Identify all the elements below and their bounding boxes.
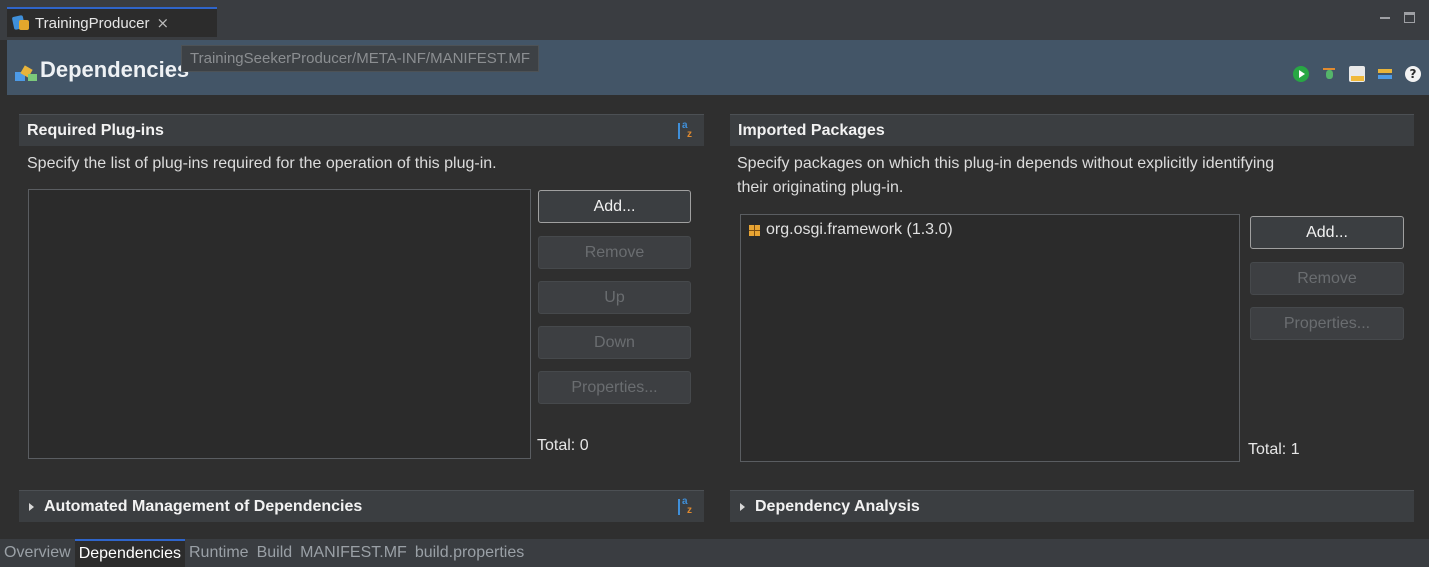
chevron-right-icon	[740, 502, 745, 511]
plugin-manifest-icon	[11, 13, 31, 33]
section-title: Imported Packages	[738, 121, 885, 139]
package-label: org.osgi.framework (1.3.0)	[766, 221, 953, 238]
export-icon[interactable]	[1349, 66, 1365, 82]
description-line: Specify packages on which this plug-in d…	[737, 155, 1275, 172]
required-plugins-description: Specify the list of plug-ins required fo…	[27, 155, 497, 172]
required-plugins-list[interactable]	[28, 189, 531, 459]
tab-manifest[interactable]: MANIFEST.MF	[296, 539, 411, 567]
imported-packages-total: Total: 1	[1248, 441, 1300, 458]
editor-tab[interactable]: TrainingProducer ×	[7, 7, 217, 37]
tab-overview[interactable]: Overview	[0, 539, 75, 567]
down-button[interactable]: Down	[538, 326, 691, 359]
add-plugin-button[interactable]: Add...	[538, 190, 691, 223]
help-icon[interactable]: ?	[1405, 66, 1421, 82]
tab-build[interactable]: Build	[253, 539, 297, 567]
deps-icon[interactable]	[1377, 66, 1393, 82]
add-package-button[interactable]: Add...	[1250, 216, 1404, 249]
imported-packages-header: Imported Packages	[730, 114, 1414, 146]
page-title: Dependencies	[40, 57, 190, 82]
up-button[interactable]: Up	[538, 281, 691, 314]
maximize-icon[interactable]	[1404, 12, 1415, 23]
sort-icon[interactable]: az	[676, 496, 696, 517]
required-plugins-total: Total: 0	[537, 437, 589, 454]
dependencies-icon	[15, 64, 37, 82]
plugin-properties-button[interactable]: Properties...	[538, 371, 691, 404]
imported-packages-list[interactable]: org.osgi.framework (1.3.0)	[740, 214, 1240, 462]
dependency-analysis-section[interactable]: Dependency Analysis	[730, 490, 1414, 522]
automated-management-section[interactable]: Automated Management of Dependencies az	[19, 490, 704, 522]
description-line: their originating plug-in.	[737, 179, 904, 196]
chevron-right-icon	[29, 502, 34, 511]
section-title: Required Plug-ins	[27, 121, 164, 139]
debug-icon[interactable]	[1321, 66, 1337, 82]
list-item[interactable]: org.osgi.framework (1.3.0)	[741, 215, 1239, 245]
editor-tab-bar: TrainingProducer ×	[0, 0, 1429, 40]
sort-icon[interactable]: az	[676, 120, 696, 141]
section-title: Dependency Analysis	[755, 497, 920, 515]
package-icon	[749, 224, 760, 236]
tab-build-properties[interactable]: build.properties	[411, 539, 528, 567]
page-tabs: Overview Dependencies Runtime Build MANI…	[0, 539, 1429, 567]
package-properties-button[interactable]: Properties...	[1250, 307, 1404, 340]
close-icon[interactable]: ×	[157, 14, 170, 32]
run-icon[interactable]	[1293, 66, 1309, 82]
imported-packages-description: Specify packages on which this plug-in d…	[737, 152, 1274, 200]
form-toolbar: ?	[1293, 66, 1421, 82]
remove-package-button[interactable]: Remove	[1250, 262, 1404, 295]
editor-tab-title: TrainingProducer	[35, 14, 150, 32]
remove-plugin-button[interactable]: Remove	[538, 236, 691, 269]
tab-dependencies[interactable]: Dependencies	[74, 539, 185, 567]
tab-runtime[interactable]: Runtime	[185, 539, 253, 567]
section-title: Automated Management of Dependencies	[44, 497, 363, 515]
window-controls	[1380, 12, 1415, 23]
tooltip: TrainingSeekerProducer/META-INF/MANIFEST…	[181, 45, 540, 72]
required-plugins-header: Required Plug-ins az	[19, 114, 704, 146]
minimize-icon[interactable]	[1380, 17, 1390, 19]
